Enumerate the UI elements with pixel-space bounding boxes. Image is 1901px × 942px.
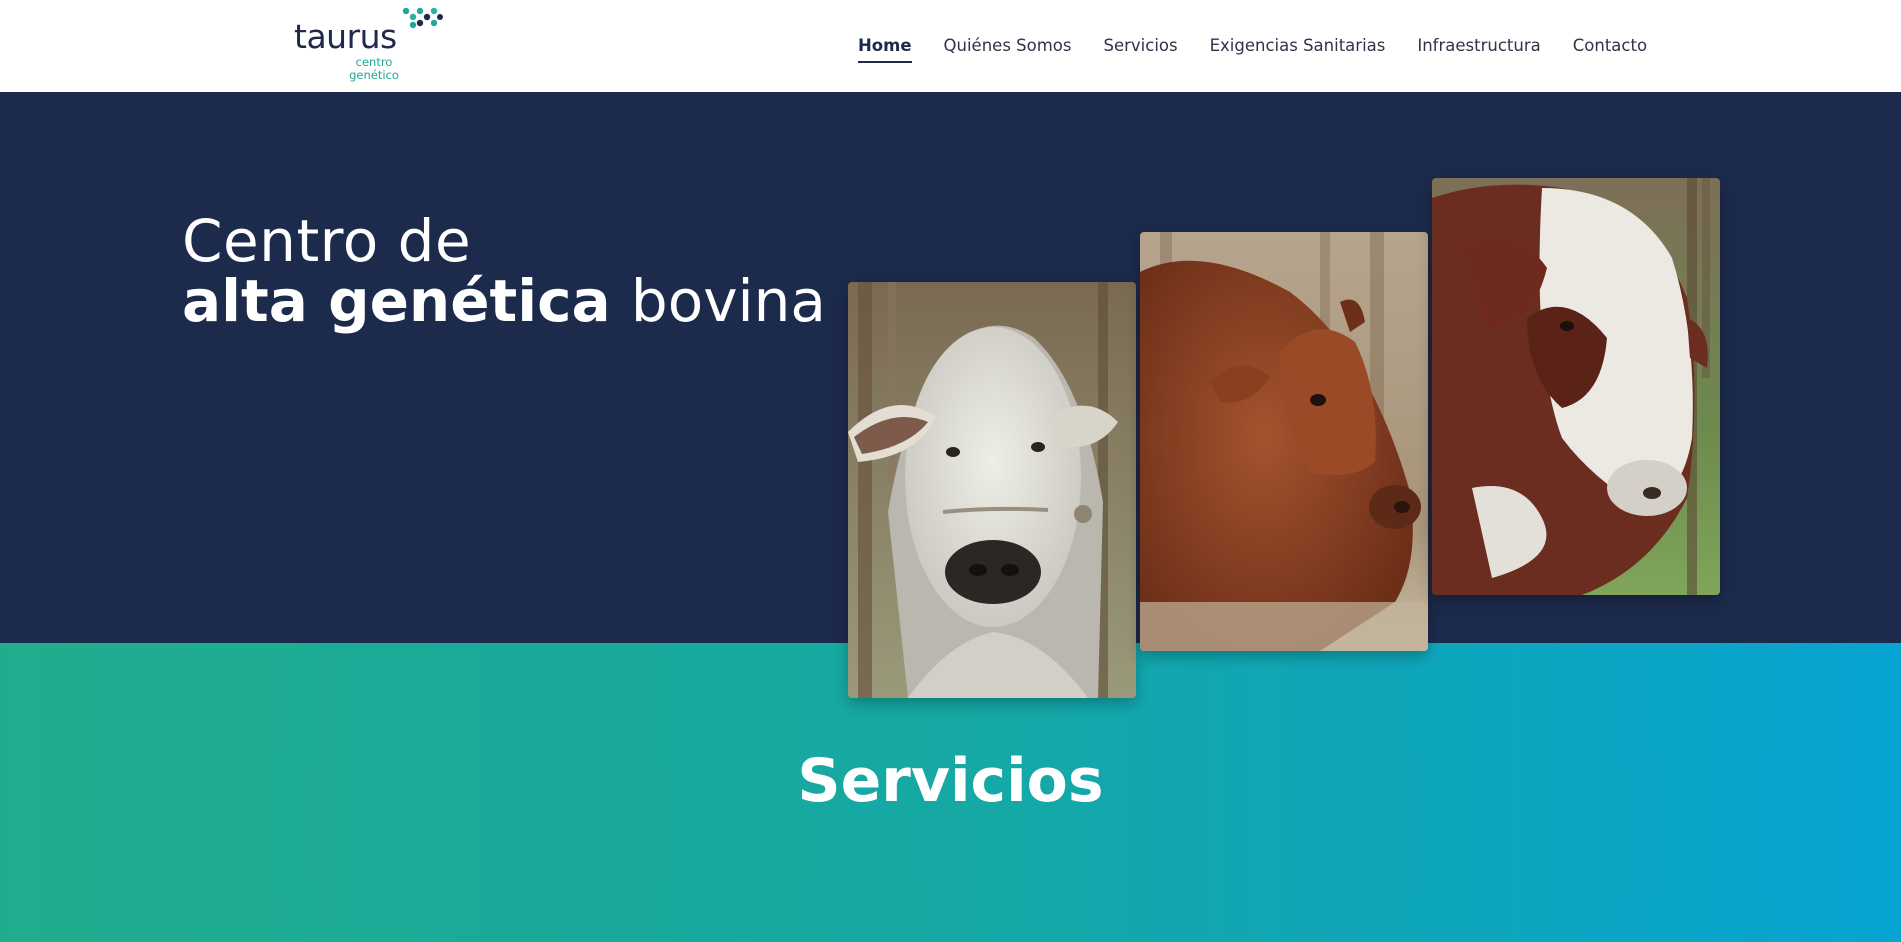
- hero-heading-light: bovina: [630, 267, 826, 335]
- dna-mark-icon: [402, 7, 443, 29]
- logo-wordmark: taurus: [294, 17, 397, 56]
- logo-subtitle-line2: genético: [349, 68, 399, 82]
- white-zebu-bull-photo: [848, 282, 1136, 698]
- nav-item-home[interactable]: Home: [858, 37, 912, 63]
- nav-item-servicios[interactable]: Servicios: [1104, 37, 1178, 55]
- hero-heading: Centro de alta genética bovina: [182, 212, 826, 330]
- nav-item-infraestructura[interactable]: Infraestructura: [1417, 37, 1540, 55]
- site-header: taurus centro genético Home Quiénes Somo…: [0, 0, 1901, 92]
- hero-heading-bold: alta genética: [182, 267, 611, 335]
- taurus-logo[interactable]: taurus centro genético: [294, 6, 444, 86]
- services-heading: Servicios: [797, 746, 1104, 816]
- hero-heading-line1: Centro de: [182, 207, 472, 275]
- nav-item-quienes-somos[interactable]: Quiénes Somos: [944, 37, 1072, 55]
- nav-item-exigencias-sanitarias[interactable]: Exigencias Sanitarias: [1210, 37, 1386, 55]
- red-bull-photo: [1140, 232, 1428, 651]
- main-nav: Home Quiénes Somos Servicios Exigencias …: [858, 0, 1647, 92]
- logo-subtitle-line1: centro: [355, 55, 393, 69]
- nav-item-contacto[interactable]: Contacto: [1573, 37, 1647, 55]
- red-and-white-bull-photo: [1432, 178, 1720, 595]
- hero-heading-line2: alta genética bovina: [182, 272, 826, 330]
